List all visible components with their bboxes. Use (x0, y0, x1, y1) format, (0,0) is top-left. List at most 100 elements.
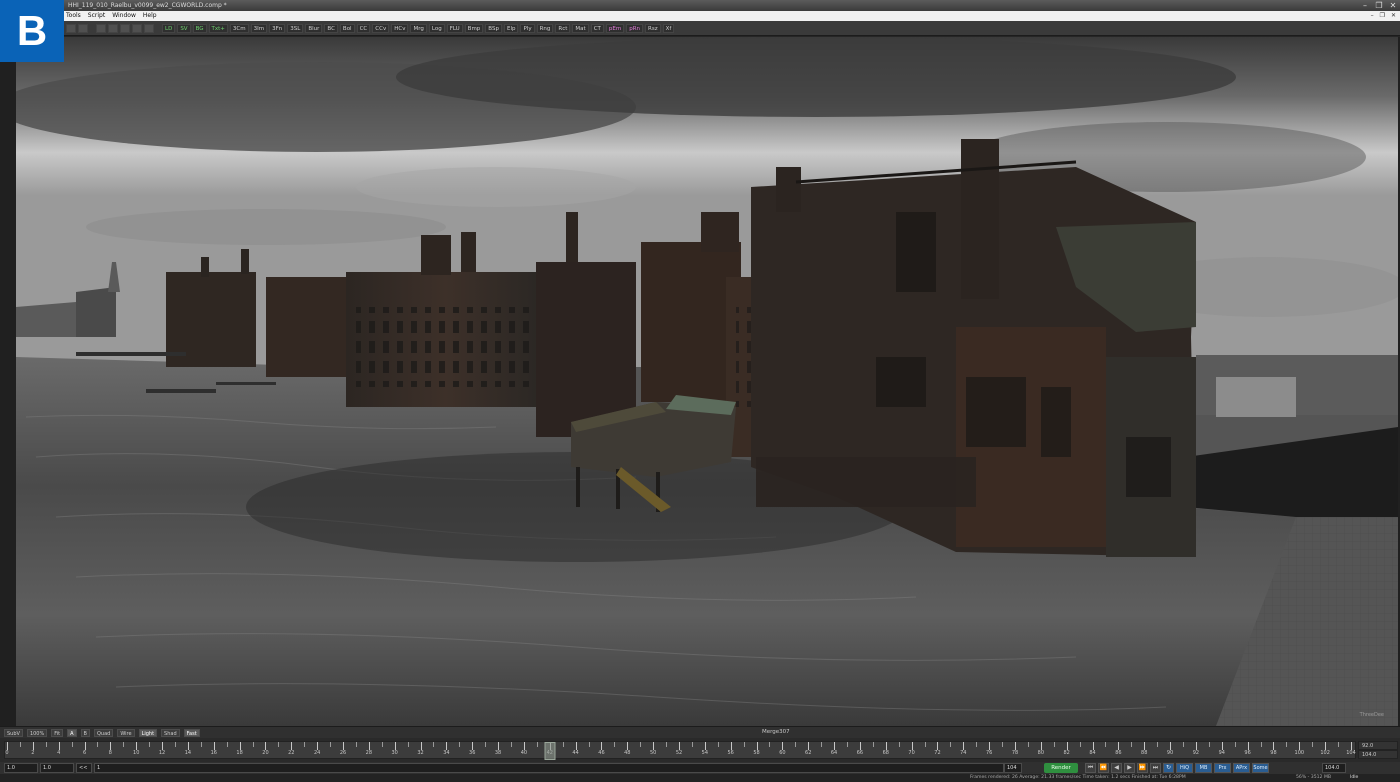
tool-button-3cm[interactable]: 3Cm (229, 24, 249, 33)
paint-icon[interactable] (144, 24, 154, 33)
play-reverse-button[interactable]: ◀ (1111, 763, 1122, 773)
tool-button-rsz[interactable]: Rsz (645, 24, 661, 33)
toggle-aprx-button[interactable]: APrx (1233, 763, 1250, 773)
loop-button[interactable]: ↻ (1163, 763, 1174, 773)
tool-button-xf[interactable]: Xf (662, 24, 675, 33)
step-forward-button[interactable]: ⏩ (1137, 763, 1148, 773)
current-frame-field[interactable]: 1 (94, 763, 1004, 773)
maximize-button[interactable]: ❐ (1372, 0, 1386, 11)
viewer-control-fit[interactable]: Fit (51, 728, 64, 737)
tool-button-txt[interactable]: Txt+ (208, 24, 228, 33)
timeline-tick-label: 4 (57, 750, 61, 756)
timeline-tick-label: 60 (779, 750, 786, 756)
timeline-tick-label: 16 (210, 750, 217, 756)
tool-button-bsp[interactable]: BSp (485, 24, 502, 33)
tool-button-bol[interactable]: Bol (339, 24, 355, 33)
badge-letter: B (16, 7, 48, 54)
tool-button-hcv[interactable]: HCv (391, 24, 409, 33)
tool-button-3im[interactable]: 3Im (250, 24, 268, 33)
layout-wide-icon[interactable] (132, 24, 142, 33)
viewer-control-wire[interactable]: Wire (117, 728, 135, 737)
global-end-field[interactable]: 104.0 (1358, 750, 1398, 759)
tool-button-rct[interactable]: Rct (555, 24, 571, 33)
tool-button-ct[interactable]: CT (590, 24, 604, 33)
tool-buttons: LD SV BG Txt+ 3Cm 3Im 3Fn 3SL Blur BC Bol CC CCv HCv M… (66, 24, 675, 33)
mdi-restore-button[interactable]: ❐ (1380, 11, 1385, 21)
timeline-tick-label: 96 (1244, 750, 1251, 756)
timeline-tick-label: 44 (572, 750, 579, 756)
timeline-tick-label: 86 (1115, 750, 1122, 756)
mdi-minimize-button[interactable]: – (1371, 11, 1374, 21)
render-end-field[interactable]: 92.0 (1358, 741, 1398, 750)
3d-viewport[interactable]: ThreeDee (16, 37, 1398, 726)
tool-button-flu[interactable]: FLU (446, 24, 463, 33)
menu-window[interactable]: Window (112, 11, 136, 21)
undo-icon[interactable] (66, 24, 76, 33)
timeline-tick-label: 52 (675, 750, 683, 756)
timeline-tick-label: 84 (1089, 750, 1096, 756)
playhead-cursor[interactable] (544, 742, 556, 760)
menu-help[interactable]: Help (143, 11, 157, 21)
tool-button-blur[interactable]: Blur (305, 24, 323, 33)
fusion-app: HHI_119_010_Raelbu_v0099_ew2_CGWORLD.com… (0, 0, 1400, 782)
tool-button-pem[interactable]: pEm (605, 24, 625, 33)
tool-button-prn[interactable]: pRn (626, 24, 644, 33)
layout-grid-icon[interactable] (120, 24, 130, 33)
tool-button-cc[interactable]: CC (356, 24, 371, 33)
viewer-control-subv[interactable]: SubV (4, 728, 23, 737)
viewer-control-light[interactable]: Light (138, 728, 158, 737)
close-button[interactable]: ✕ (1386, 0, 1400, 11)
timeline-tick-label: 92 (1192, 750, 1200, 756)
viewer-control-b[interactable]: B (80, 728, 90, 737)
timeline-tick-label: 40 (520, 750, 528, 756)
end-frame-field[interactable]: 104 (1004, 763, 1022, 773)
tool-button-3sl[interactable]: 3SL (287, 24, 304, 33)
tool-button-3fn[interactable]: 3Fn (269, 24, 286, 33)
global-start-field[interactable]: 1.0 (4, 763, 38, 773)
toggle-prx-button[interactable]: Prx (1214, 763, 1231, 773)
mdi-close-button[interactable]: ✕ (1391, 11, 1396, 21)
tool-button-sv[interactable]: SV (177, 24, 191, 33)
tool-button-mat[interactable]: Mat (572, 24, 589, 33)
play-forward-button[interactable]: ▶ (1124, 763, 1135, 773)
step-back-field[interactable]: << (76, 763, 92, 773)
tool-button-bmp[interactable]: Bmp (464, 24, 484, 33)
layout-split-icon[interactable] (108, 24, 118, 33)
timeline-tick-label: 48 (624, 750, 631, 756)
menu-tools[interactable]: Tools (66, 11, 81, 21)
render-button[interactable]: Render (1044, 763, 1078, 773)
redo-icon[interactable] (78, 24, 88, 33)
tool-button-ccv[interactable]: CCv (372, 24, 390, 33)
time-ruler[interactable]: 0246810121416182022242628303234363840424… (4, 741, 1356, 760)
end-value-field[interactable]: 104.0 (1322, 763, 1346, 773)
tool-button-bg[interactable]: BG (192, 24, 207, 33)
tool-button-log[interactable]: Log (428, 24, 445, 33)
toggle-hiq-button[interactable]: HiQ (1176, 763, 1193, 773)
toggle-mb-button[interactable]: MB (1195, 763, 1212, 773)
minimize-button[interactable]: – (1358, 0, 1372, 11)
step-back-button[interactable]: ⏪ (1098, 763, 1109, 773)
tool-button-elp[interactable]: Elp (503, 24, 519, 33)
layout-single-icon[interactable] (96, 24, 106, 33)
go-start-button[interactable]: ⏮ (1085, 763, 1096, 773)
go-end-button[interactable]: ⏭ (1150, 763, 1161, 773)
viewer-control-quad[interactable]: Quad (93, 728, 114, 737)
viewer-control-shad[interactable]: Shad (161, 728, 180, 737)
viewer-control-fast[interactable]: Fast (183, 728, 200, 737)
menu-script[interactable]: Script (88, 11, 105, 21)
timeline-tick-label: 104 (1346, 750, 1356, 756)
render-start-field[interactable]: 1.0 (40, 763, 74, 773)
timeline-end-fields: 92.0 104.0 (1358, 741, 1398, 759)
tool-button-bc[interactable]: BC (324, 24, 338, 33)
tool-button-ply[interactable]: Ply (520, 24, 535, 33)
toggle-some-button[interactable]: Some (1252, 763, 1269, 773)
tool-button-mrg[interactable]: Mrg (410, 24, 427, 33)
tool-button-rng[interactable]: Rng (536, 24, 554, 33)
timeline-tick-label: 32 (417, 750, 424, 756)
window-title: HHI_119_010_Raelbu_v0099_ew2_CGWORLD.com… (68, 2, 227, 9)
viewer-control-a[interactable]: A (67, 728, 77, 737)
timeline-tick-label: 72 (934, 750, 941, 756)
timeline-tick-label: 88 (1141, 750, 1148, 756)
viewer-control-100[interactable]: 100% (26, 728, 48, 737)
tool-button-ld[interactable]: LD (162, 24, 176, 33)
